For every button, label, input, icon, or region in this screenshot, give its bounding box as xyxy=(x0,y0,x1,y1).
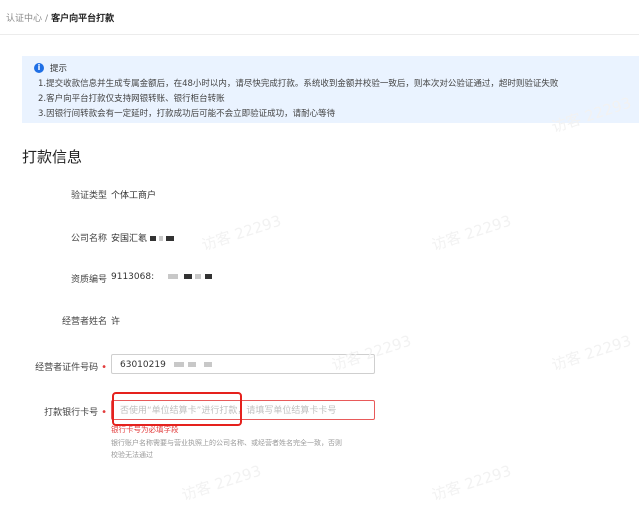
notice-line-3: 3.因银行间转款会有一定延时，打款成功后可能不会立即验证成功，请耐心等待 xyxy=(38,109,336,119)
operator-id-label: 经营者证件号码 xyxy=(35,363,99,373)
notice-title: 提示 xyxy=(50,64,68,74)
verify-type-label: 验证类型 xyxy=(70,191,107,201)
company-name-value: 安国汇氡 xyxy=(111,234,148,244)
section-title: 打款信息 xyxy=(22,148,83,166)
bank-card-hint-line-2: 校验无法通过 xyxy=(111,451,153,459)
company-name-label: 公司名称 xyxy=(70,234,107,244)
redaction-mark xyxy=(173,362,184,367)
redaction-mark xyxy=(187,362,196,367)
redaction-mark xyxy=(205,274,213,279)
redaction-mark xyxy=(159,236,164,241)
notice-line-1: 1.提交收款信息并生成专属金额后，在48小时以内，请尽快完成打款。系统收到金额并… xyxy=(38,79,559,89)
license-no-value-wrap: 9113068: xyxy=(111,272,213,282)
verify-type-value: 个体工商户 xyxy=(111,191,157,201)
watermark: 访客 22293 xyxy=(429,461,514,505)
redaction-mark xyxy=(150,236,157,241)
breadcrumb-current: 客户向平台打款 xyxy=(51,14,115,24)
watermark: 访客 22293 xyxy=(429,211,514,255)
redaction-mark xyxy=(195,274,202,279)
redaction-mark xyxy=(166,236,175,241)
license-no-value: 9113068: xyxy=(111,272,155,282)
notice-box: i 提示 1.提交收款信息并生成专属金额后，在48小时以内，请尽快完成打款。系统… xyxy=(22,56,639,123)
notice-line-2: 2.客户向平台打款仅支持网银转账、银行柜台转账 xyxy=(38,94,225,104)
watermark: 访客 22293 xyxy=(199,211,284,255)
breadcrumb: 认证中心 / 客户向平台打款 xyxy=(6,11,114,24)
top-bar: 认证中心 / 客户向平台打款 xyxy=(0,0,639,35)
payment-card: i 提示 1.提交收款信息并生成专属金额后，在48小时以内，请尽快完成打款。系统… xyxy=(10,42,639,505)
operator-id-label-wrap: 经营者证件号码 • xyxy=(35,360,107,373)
operator-name-label: 经营者姓名 xyxy=(61,317,107,327)
redaction-mark xyxy=(168,274,179,279)
breadcrumb-separator: / xyxy=(45,14,49,24)
operator-id-value: 63010219 xyxy=(120,360,166,370)
required-mark: • xyxy=(101,362,107,373)
company-name-value-wrap: 安国汇氡 xyxy=(111,231,175,244)
operator-name-value: 许 xyxy=(111,317,121,327)
annotation-highlight-box xyxy=(112,392,242,426)
bank-card-hint-line-1: 银行账户名称需要与营业执照上的公司名称、或经营者姓名完全一致，否则 xyxy=(111,439,342,447)
redaction-mark xyxy=(203,362,212,367)
bank-card-error: 银行卡号为必填字段 xyxy=(111,425,179,434)
info-icon: i xyxy=(34,63,44,73)
redaction-mark xyxy=(184,274,193,279)
watermark: 访客 22293 xyxy=(549,331,634,375)
required-mark: • xyxy=(101,407,107,418)
watermark: 访客 22293 xyxy=(179,461,264,505)
license-no-label: 资质编号 xyxy=(70,275,107,285)
breadcrumb-root-link[interactable]: 认证中心 xyxy=(6,14,42,24)
bank-card-label-wrap: 打款银行卡号 • xyxy=(44,405,107,418)
bank-card-label: 打款银行卡号 xyxy=(44,408,99,418)
